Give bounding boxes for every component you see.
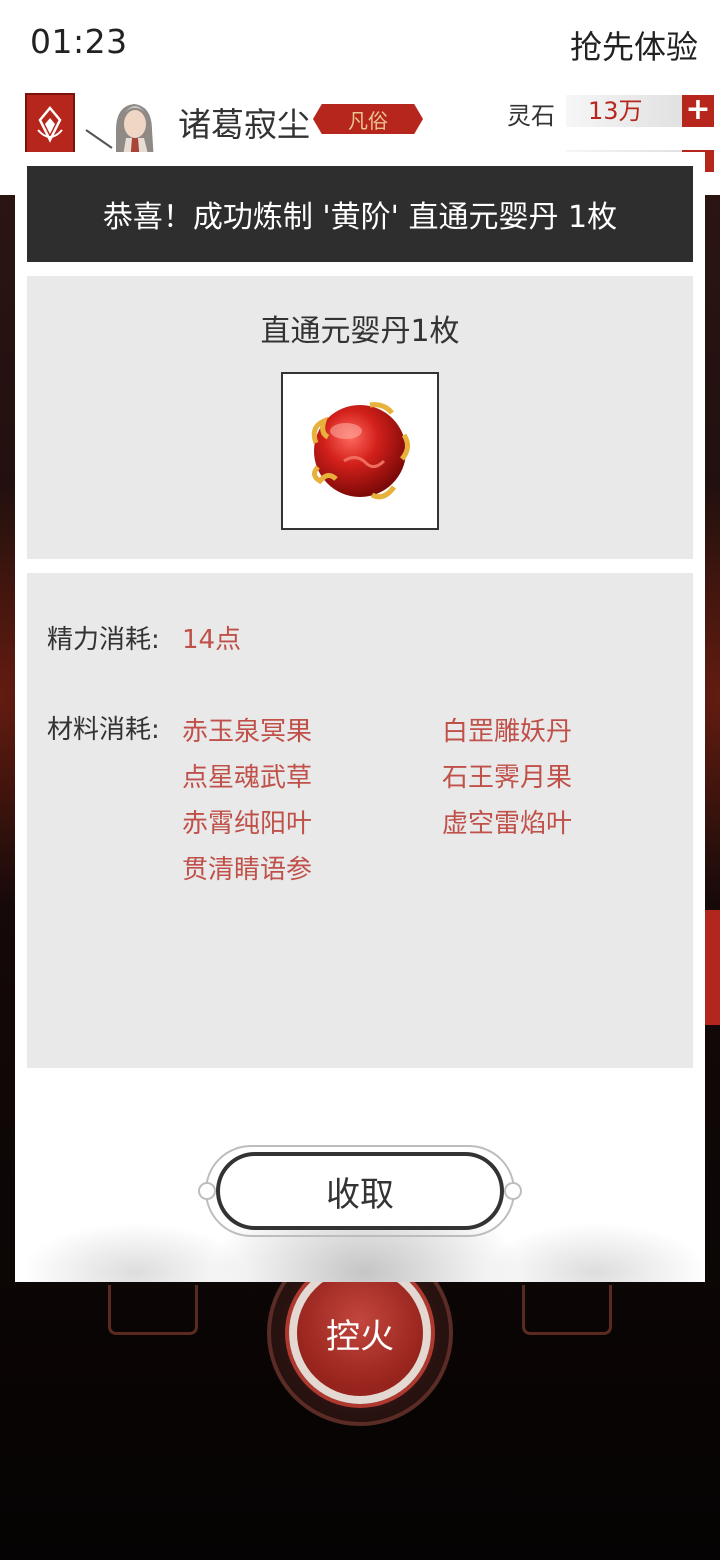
material-cost-label: 材料消耗: <box>47 715 160 745</box>
fire-control-label: 控火 <box>326 1316 394 1357</box>
add-spirit-stone-button[interactable]: + <box>682 95 714 127</box>
energy-cost-label: 精力消耗: <box>47 625 160 655</box>
collect-button[interactable]: 收取 <box>216 1152 504 1230</box>
result-panel: 直通元婴丹1枚 <box>27 276 693 559</box>
scene-pillar-right <box>522 1285 612 1335</box>
scene-pillar-left <box>108 1285 198 1335</box>
result-item-name: 直通元婴丹1枚 <box>260 314 460 349</box>
material-item: 赤玉泉冥果 <box>182 717 313 747</box>
early-access-label: 抢先体验 <box>569 28 698 66</box>
player-header: 诸葛寂尘 凡俗 灵石 13万 + <box>0 82 720 172</box>
material-item: 贯清睛语参 <box>182 855 313 885</box>
sect-emblem-icon[interactable] <box>25 93 75 155</box>
red-pill-icon <box>311 402 410 500</box>
status-time: 01:23 <box>30 22 128 61</box>
material-item: 虚空雷焰叶 <box>442 809 573 839</box>
cost-panel: 精力消耗: 14点 材料消耗: 赤玉泉冥果 白罡雕妖丹 点星魂武草 石王霁月果 … <box>27 573 693 1068</box>
scene-side-tab <box>704 910 720 1025</box>
player-name: 诸葛寂尘 <box>178 105 310 144</box>
item-slot[interactable] <box>281 372 439 530</box>
collect-button-knob-right <box>504 1182 522 1200</box>
material-item: 白罡雕妖丹 <box>442 717 573 747</box>
dialog-title: 恭喜！成功炼制 '黄阶' 直通元婴丹 1枚 <box>27 166 693 262</box>
status-bar: 01:23 抢先体验 <box>0 0 720 82</box>
spirit-stone-value: 13万 <box>566 95 682 127</box>
fire-control-button[interactable]: 控火 <box>289 1262 431 1404</box>
rank-badge: 凡俗 <box>313 104 423 134</box>
energy-cost-value: 14点 <box>182 625 242 655</box>
collect-button-knob-left <box>198 1182 216 1200</box>
material-item: 赤霄纯阳叶 <box>182 809 313 839</box>
spirit-stone-label: 灵石 <box>507 102 555 130</box>
material-item: 石王霁月果 <box>442 763 573 793</box>
material-item: 点星魂武草 <box>182 763 313 793</box>
plus-icon: + <box>685 92 711 127</box>
craft-result-dialog: 恭喜！成功炼制 '黄阶' 直通元婴丹 1枚 直通元婴丹1枚 精力消耗: 14点 … <box>15 152 705 1282</box>
